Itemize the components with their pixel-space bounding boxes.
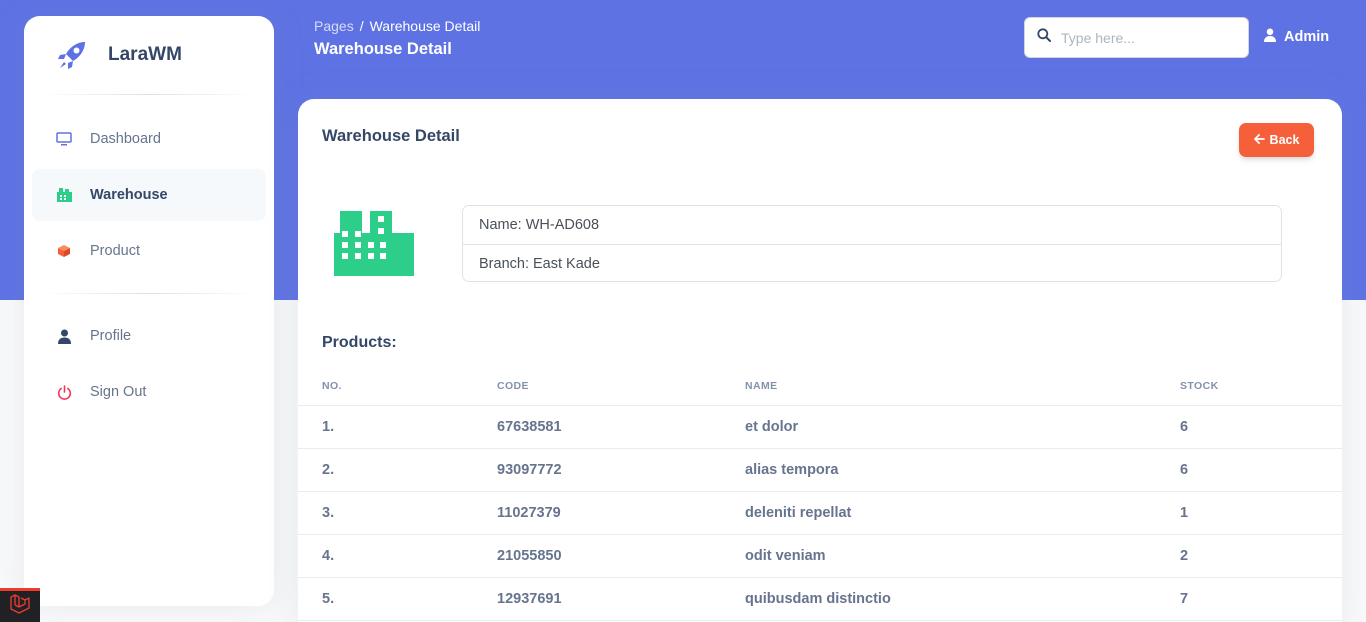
cell-name: et dolor [745,405,1180,449]
table-row: 1. 67638581 et dolor 6 [298,405,1342,449]
cell-stock: 1 [1180,491,1342,535]
sidebar-item-warehouse[interactable]: Warehouse [32,169,266,221]
box-icon [54,241,74,261]
products-heading: Products: [322,334,397,351]
rocket-icon [54,37,90,73]
breadcrumb: Pages / Warehouse Detail [314,18,480,34]
sidebar-item-label: Profile [90,328,132,344]
sidebar-item-label: Sign Out [90,384,147,400]
warehouse-branch: Branch: East Kade [463,244,1281,282]
cell-no: 3. [298,491,497,535]
breadcrumb-current: Warehouse Detail [369,18,481,34]
sidebar-item-label: Dashboard [90,131,161,147]
cell-stock: 6 [1180,448,1342,492]
sidebar-item-profile[interactable]: Profile [32,310,266,362]
cell-no: 2. [298,448,497,492]
products-table: No. Code Name Stock 1. 67638581 et dolor… [298,365,1342,621]
search-box [1024,17,1249,58]
brand-name: LaraWM [108,44,182,65]
cell-stock: 7 [1180,577,1342,621]
cell-name: alias tempora [745,448,1180,492]
column-header-name: Name [745,365,1180,406]
sidebar-nav: Dashboard Warehouse Product [24,95,274,277]
user-icon [1264,28,1276,46]
cell-code: 93097772 [497,448,745,492]
user-menu[interactable]: Admin [1264,28,1329,46]
cell-code: 67638581 [497,405,745,449]
arrow-left-icon [1253,133,1265,147]
sidebar-item-product[interactable]: Product [32,225,266,277]
sidebar: LaraWM Dashboard Warehouse Product Profi… [24,16,274,606]
cell-stock: 6 [1180,405,1342,449]
sidebar-item-dashboard[interactable]: Dashboard [32,113,266,165]
back-button[interactable]: Back [1239,123,1314,157]
table-row: 4. 21055850 odit veniam 2 [298,534,1342,578]
warehouse-detail-card: Warehouse Detail Back Name: WH-AD608 Bra… [298,99,1342,622]
cell-code: 21055850 [497,534,745,578]
user-label: Admin [1284,29,1330,45]
sidebar-item-label: Product [90,243,140,259]
sidebar-item-label: Warehouse [90,187,168,203]
laravel-logo-icon [9,593,31,620]
table-row: 2. 93097772 alias tempora 6 [298,448,1342,492]
column-header-code: Code [497,365,745,406]
breadcrumb-separator: / [359,18,364,34]
user-icon [54,326,74,346]
cell-no: 5. [298,577,497,621]
warehouse-name: Name: WH-AD608 [479,217,600,233]
sidebar-item-sign-out[interactable]: Sign Out [32,366,266,418]
laravel-debugbar-toggle[interactable] [0,588,40,622]
column-header-no: No. [298,365,497,406]
back-button-label: Back [1269,133,1300,147]
cell-code: 11027379 [497,491,745,535]
monitor-icon [54,129,74,149]
warehouse-info-list: Name: WH-AD608 Branch: East Kade [462,205,1282,282]
sidebar-account-nav: Profile Sign Out [24,294,274,418]
power-icon [54,382,74,402]
cell-name: odit veniam [745,534,1180,578]
cell-no: 4. [298,534,497,578]
cell-name: deleniti repellat [745,491,1180,535]
breadcrumb-root[interactable]: Pages [314,18,354,34]
search-input[interactable] [1061,29,1231,46]
column-header-stock: Stock [1180,365,1342,406]
table-row: 3. 11027379 deleniti repellat 1 [298,491,1342,535]
cell-stock: 2 [1180,534,1342,578]
warehouse-icon [334,211,414,281]
search-icon [1037,28,1051,47]
page-title: Warehouse Detail [314,40,452,58]
cell-name: quibusdam distinctio [745,577,1180,621]
table-row: 5. 12937691 quibusdam distinctio 7 [298,577,1342,621]
cell-code: 12937691 [497,577,745,621]
card-title: Warehouse Detail [322,127,460,145]
warehouse-icon [54,185,74,205]
cell-no: 1. [298,405,497,449]
brand[interactable]: LaraWM [24,16,274,94]
table-header-row: No. Code Name Stock [298,365,1342,406]
